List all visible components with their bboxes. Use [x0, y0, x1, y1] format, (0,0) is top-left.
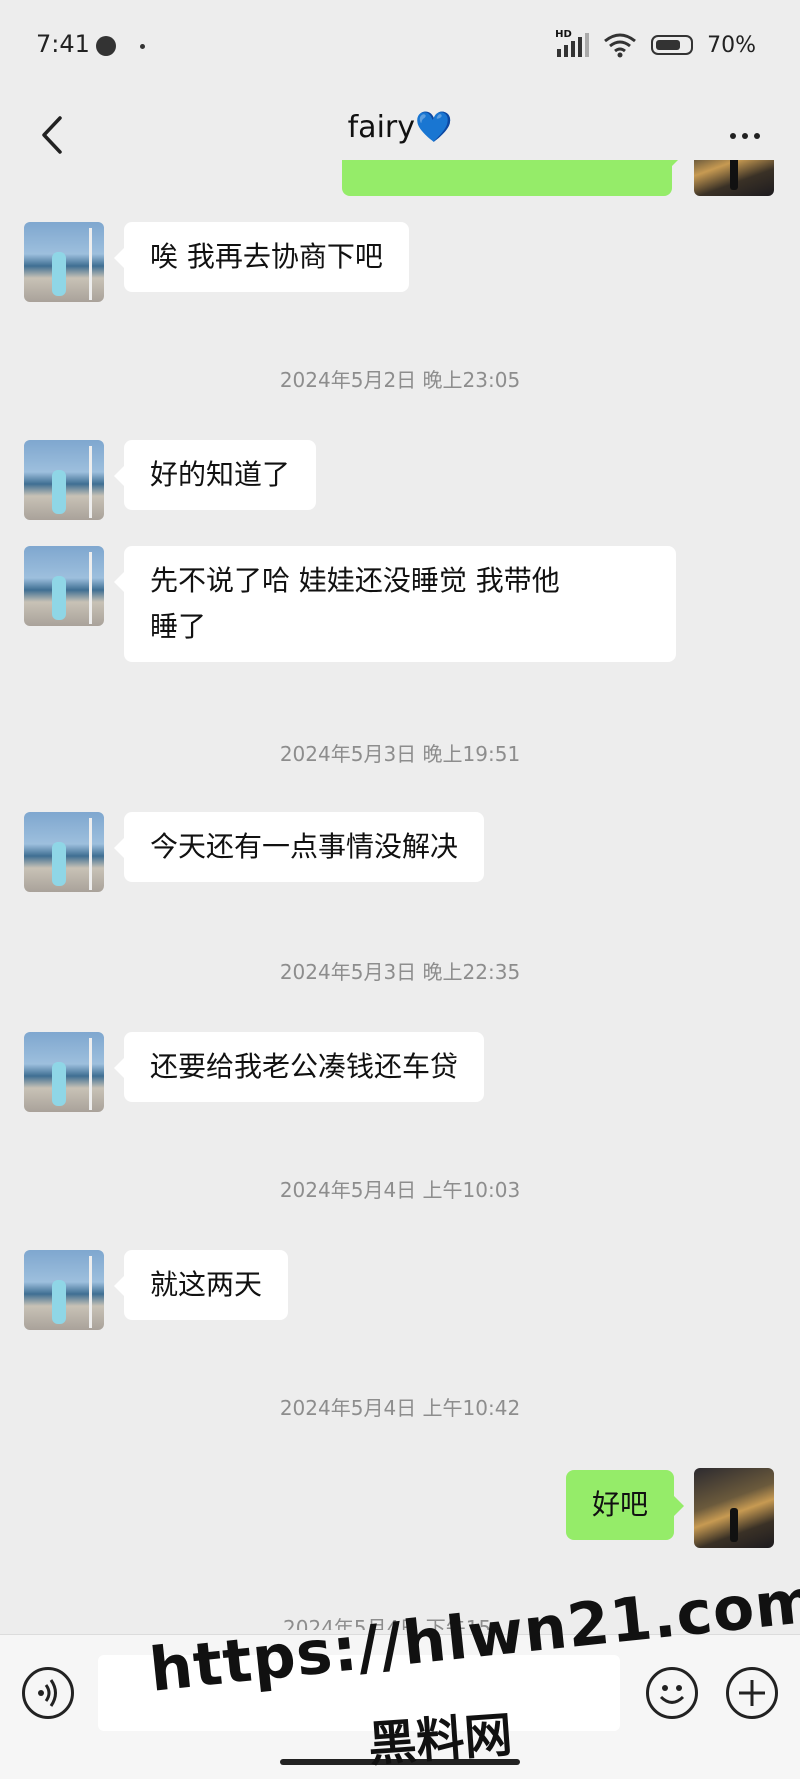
- status-time: 7:41: [36, 30, 90, 58]
- timestamp: 2024年5月2日 晚上23:05: [279, 368, 521, 392]
- battery-icon: [651, 35, 694, 55]
- message-bubble[interactable]: 唉 我再去协商下吧: [114, 222, 409, 292]
- chat-title: fairy💙: [0, 110, 800, 145]
- add-button[interactable]: [726, 1667, 778, 1719]
- message-bubble[interactable]: 先不说了哈 娃娃还没睡觉 我带他 睡了: [114, 546, 676, 662]
- more-button[interactable]: [720, 118, 770, 154]
- contact-avatar[interactable]: [24, 812, 104, 892]
- heart-emoji: 💙: [415, 110, 453, 145]
- timestamp: 2024年5月4日 上午10:42: [279, 1396, 521, 1420]
- message-bubble-cropped[interactable]: [342, 160, 682, 196]
- self-avatar[interactable]: [694, 1468, 774, 1548]
- more-icon: [730, 133, 736, 139]
- message-text: 今天还有一点事情没解决: [150, 830, 459, 863]
- voice-button[interactable]: [22, 1667, 74, 1719]
- message-text: 好吧: [591, 1488, 648, 1521]
- timestamp: 2024年5月3日 晚上22:35: [279, 960, 521, 984]
- voice-icon: [38, 1679, 57, 1707]
- message-bubble[interactable]: 就这两天: [113, 1250, 289, 1320]
- message-text: 就这两天: [150, 1268, 263, 1301]
- message-bubble[interactable]: 还要给我老公凑钱还车贷: [113, 1032, 485, 1102]
- contact-avatar[interactable]: [24, 546, 104, 626]
- status-indicators: HD 70%: [555, 29, 756, 60]
- contact-avatar[interactable]: [24, 1250, 104, 1330]
- message-text-line: 先不说了哈 娃娃还没睡觉 我带他: [150, 564, 560, 597]
- message-text: 好的知道了: [150, 458, 291, 491]
- signal-icon: HD: [555, 29, 590, 57]
- timestamp: 2024年5月3日 晚上19:51: [279, 742, 521, 766]
- add-icon: [739, 1680, 765, 1706]
- notification-dot-icon: [140, 44, 145, 49]
- contact-avatar[interactable]: [24, 440, 104, 520]
- timestamp: 2024年5月4日 上午10:03: [279, 1178, 521, 1202]
- contact-avatar[interactable]: [24, 222, 104, 302]
- emoji-icon: [659, 1685, 685, 1704]
- message-bubble[interactable]: 好的知道了: [113, 440, 317, 510]
- emoji-button[interactable]: [646, 1667, 698, 1719]
- message-text: 唉 我再去协商下吧: [150, 240, 383, 273]
- battery-percent: 70%: [707, 32, 756, 58]
- wifi-icon: [604, 33, 637, 58]
- message-bubble[interactable]: 今天还有一点事情没解决: [113, 812, 485, 882]
- watermark-name: 黑料网: [366, 1707, 515, 1773]
- telegram-icon: [96, 36, 116, 56]
- message-list[interactable]: 唉 我再去协商下吧 2024年5月2日 晚上23:05 好的知道了 先不说了哈 …: [0, 160, 800, 1630]
- self-avatar[interactable]: [694, 160, 774, 196]
- message-text-line: 睡了: [150, 610, 207, 643]
- contact-avatar[interactable]: [24, 1032, 104, 1112]
- chat-title-name: fairy: [347, 110, 415, 145]
- message-bubble-self[interactable]: 好吧: [565, 1470, 685, 1540]
- message-text: 还要给我老公凑钱还车贷: [150, 1050, 459, 1083]
- status-bar: 7:41 HD 70%: [0, 0, 800, 96]
